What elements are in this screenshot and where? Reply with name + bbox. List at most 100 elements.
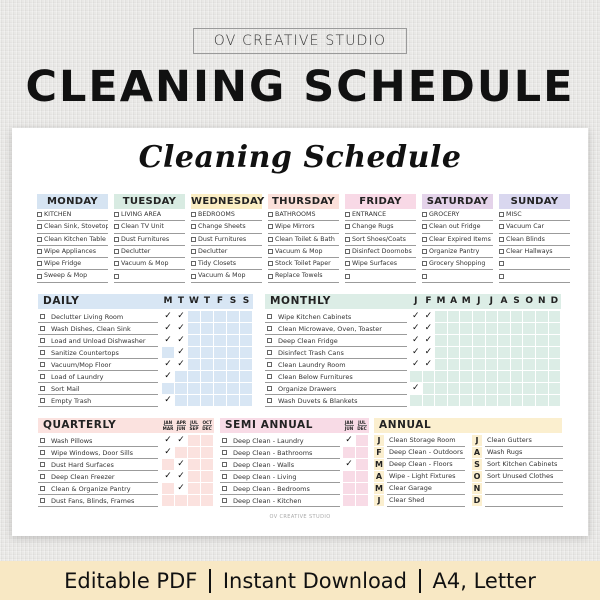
empty-cell[interactable] (175, 495, 187, 506)
quarterly-task-row[interactable]: Dust Hard Surfaces (38, 459, 158, 471)
day-task-item[interactable]: Clear Expired Items (422, 234, 493, 246)
empty-cell[interactable] (447, 395, 460, 406)
empty-cell[interactable] (460, 371, 472, 382)
monthly-task-row[interactable]: Deep Clean Fridge (265, 335, 407, 347)
checkbox-icon[interactable] (267, 314, 272, 319)
checked-cell[interactable]: ✓ (175, 323, 187, 334)
empty-cell[interactable] (240, 335, 252, 346)
day-task-item[interactable]: Dust Furnitures (191, 234, 262, 246)
checked-cell[interactable]: ✓ (162, 335, 174, 346)
empty-cell[interactable] (447, 347, 460, 358)
empty-cell[interactable] (548, 359, 561, 370)
checkbox-icon[interactable] (345, 261, 350, 267)
day-task-item[interactable]: Clean Toilet & Bath (268, 234, 339, 246)
monthly-task-row[interactable]: Organize Drawers (265, 383, 407, 395)
day-task-item[interactable]: Clean out Fridge (422, 221, 493, 234)
checked-cell[interactable]: ✓ (162, 395, 174, 406)
checkbox-icon[interactable] (268, 236, 273, 242)
empty-cell[interactable] (240, 359, 252, 370)
day-task-item[interactable]: Sort Shoes/Coats (345, 234, 416, 246)
daily-task-row[interactable]: Vacuum/Mop Floor (38, 359, 158, 371)
daily-task-row[interactable]: Empty Trash (38, 395, 158, 407)
checked-cell[interactable]: ✓ (162, 323, 174, 334)
empty-cell[interactable] (435, 347, 447, 358)
day-task-item[interactable]: Wipe Appliances (37, 246, 108, 259)
checkbox-icon[interactable] (40, 362, 45, 367)
empty-cell[interactable] (460, 323, 472, 334)
checkbox-icon[interactable] (268, 261, 273, 267)
quarterly-task-row[interactable]: Dust Fans, Blinds, Frames (38, 495, 158, 507)
checkbox-icon[interactable] (267, 398, 272, 403)
empty-cell[interactable] (523, 395, 535, 406)
empty-cell[interactable] (201, 371, 213, 382)
checkbox-icon[interactable] (499, 261, 504, 267)
day-task-item[interactable]: ENTRANCE (345, 209, 416, 222)
checked-cell[interactable]: ✓ (423, 311, 435, 322)
empty-cell[interactable] (162, 495, 174, 506)
empty-cell[interactable] (510, 311, 523, 322)
empty-cell[interactable] (175, 447, 187, 458)
empty-cell[interactable] (435, 359, 447, 370)
day-task-item[interactable]: MISC (499, 209, 570, 222)
checkbox-icon[interactable] (191, 249, 196, 255)
checkbox-icon[interactable] (268, 212, 273, 218)
empty-cell[interactable] (227, 383, 239, 394)
empty-cell[interactable] (162, 383, 174, 394)
semi_annual-task-row[interactable]: Deep Clean - Laundry (220, 435, 340, 447)
empty-cell[interactable] (510, 395, 523, 406)
day-task-item[interactable]: BATHROOMS (268, 209, 339, 222)
empty-cell[interactable] (447, 311, 460, 322)
empty-cell[interactable] (485, 347, 498, 358)
day-task-item[interactable]: Clean Blinds (499, 234, 570, 246)
empty-cell[interactable] (201, 323, 213, 334)
checkbox-icon[interactable] (37, 212, 42, 218)
checkbox-icon[interactable] (40, 326, 45, 331)
empty-cell[interactable] (343, 495, 355, 506)
day-task-item[interactable] (422, 270, 493, 283)
empty-cell[interactable] (435, 395, 447, 406)
monthly-task-row[interactable]: Clean Microwave, Oven, Toaster (265, 323, 407, 335)
empty-cell[interactable] (227, 335, 239, 346)
empty-cell[interactable] (535, 347, 548, 358)
checkbox-icon[interactable] (422, 261, 427, 267)
day-task-item[interactable]: Clean Sink, Stovetop (37, 221, 108, 234)
day-task-item[interactable]: Wipe Surfaces (345, 258, 416, 271)
annual-task[interactable]: Deep Clean - Outdoors (387, 447, 465, 459)
semi_annual-task-row[interactable]: Deep Clean - Bathrooms (220, 447, 340, 459)
annual-task[interactable] (485, 483, 563, 495)
empty-cell[interactable] (472, 383, 485, 394)
empty-cell[interactable] (447, 335, 460, 346)
day-task-item[interactable]: BEDROOMS (191, 209, 262, 222)
empty-cell[interactable] (510, 347, 523, 358)
empty-cell[interactable] (498, 359, 510, 370)
empty-cell[interactable] (485, 383, 498, 394)
empty-cell[interactable] (214, 335, 226, 346)
checkbox-icon[interactable] (37, 261, 42, 267)
checkbox-icon[interactable] (422, 273, 427, 279)
empty-cell[interactable] (435, 371, 447, 382)
checked-cell[interactable]: ✓ (410, 311, 422, 322)
empty-cell[interactable] (188, 459, 200, 470)
empty-cell[interactable] (523, 371, 535, 382)
checkbox-icon[interactable] (40, 498, 45, 503)
empty-cell[interactable] (498, 311, 510, 322)
empty-cell[interactable] (188, 495, 200, 506)
empty-cell[interactable] (485, 335, 498, 346)
checkbox-icon[interactable] (114, 261, 119, 267)
checkbox-icon[interactable] (37, 249, 42, 255)
checkbox-icon[interactable] (499, 224, 504, 230)
day-task-item[interactable]: Change Sheets (191, 221, 262, 234)
day-task-item[interactable]: Vacuum & Mop (268, 246, 339, 259)
checked-cell[interactable]: ✓ (162, 471, 174, 482)
day-task-item[interactable] (114, 270, 185, 283)
day-task-item[interactable]: Wipe Mirrors (268, 221, 339, 234)
day-task-item[interactable]: LIVING AREA (114, 209, 185, 222)
empty-cell[interactable] (535, 395, 548, 406)
empty-cell[interactable] (472, 359, 485, 370)
empty-cell[interactable] (343, 447, 355, 458)
empty-cell[interactable] (548, 395, 561, 406)
empty-cell[interactable] (523, 347, 535, 358)
empty-cell[interactable] (485, 323, 498, 334)
checkbox-icon[interactable] (345, 236, 350, 242)
empty-cell[interactable] (472, 311, 485, 322)
